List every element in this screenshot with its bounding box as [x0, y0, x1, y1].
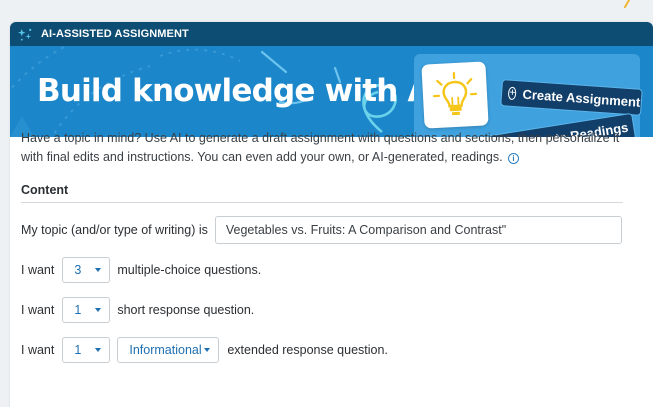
extended-response-row: I want 1 Informational extended response… [21, 337, 388, 363]
lightbulb-tile [421, 61, 489, 129]
er-type-select[interactable]: Informational [117, 337, 220, 363]
er-count-select[interactable]: 1 [62, 337, 111, 363]
hero-banner: Build knowledge with AI + Create Assignm… [10, 46, 653, 137]
sr-suffix: short response question. [117, 303, 255, 317]
intro-text: Have a topic in mind? Use AI to generate… [21, 131, 620, 164]
chevron-down-icon [95, 308, 102, 312]
topic-label: My topic (and/or type of writing) is [21, 223, 208, 237]
er-type-value: Informational [129, 343, 202, 357]
sr-prefix: I want [21, 303, 55, 317]
banner-title: Build knowledge with AI [37, 73, 442, 109]
chevron-down-icon [95, 268, 102, 272]
sparkle-icon [18, 28, 32, 41]
content-section-title: Content [21, 183, 69, 197]
topic-row: My topic (and/or type of writing) is Veg… [21, 216, 622, 244]
mc-count-select[interactable]: 3 [62, 257, 111, 283]
chevron-down-icon [95, 348, 102, 352]
plus-circle-icon: + [507, 86, 518, 101]
mc-prefix: I want [21, 263, 55, 277]
sr-count-value: 1 [74, 303, 82, 317]
intro-description: Have a topic in mind? Use AI to generate… [21, 129, 621, 167]
section-divider [21, 202, 623, 203]
topic-input[interactable]: Vegetables vs. Fruits: A Comparison and … [214, 216, 622, 244]
info-icon[interactable]: i [508, 153, 520, 164]
decorative-stroke [624, 0, 630, 8]
er-prefix: I want [21, 343, 55, 357]
er-count-value: 1 [74, 343, 82, 357]
create-assignment-label: Create Assignment [522, 86, 641, 110]
card-header-title: AI-ASSISTED ASSIGNMENT [41, 28, 189, 40]
short-response-row: I want 1 short response question. [21, 297, 254, 323]
card-header: AI-ASSISTED ASSIGNMENT [10, 22, 653, 46]
topic-input-value: Vegetables vs. Fruits: A Comparison and … [225, 223, 507, 237]
mc-suffix: multiple-choice questions. [117, 263, 262, 277]
mc-count-value: 3 [74, 263, 82, 277]
multiple-choice-row: I want 3 multiple-choice questions. [21, 257, 261, 283]
er-suffix: extended response question. [227, 343, 388, 357]
sr-count-select[interactable]: 1 [62, 297, 111, 323]
chevron-down-icon [204, 348, 211, 352]
lightbulb-icon [432, 71, 478, 116]
